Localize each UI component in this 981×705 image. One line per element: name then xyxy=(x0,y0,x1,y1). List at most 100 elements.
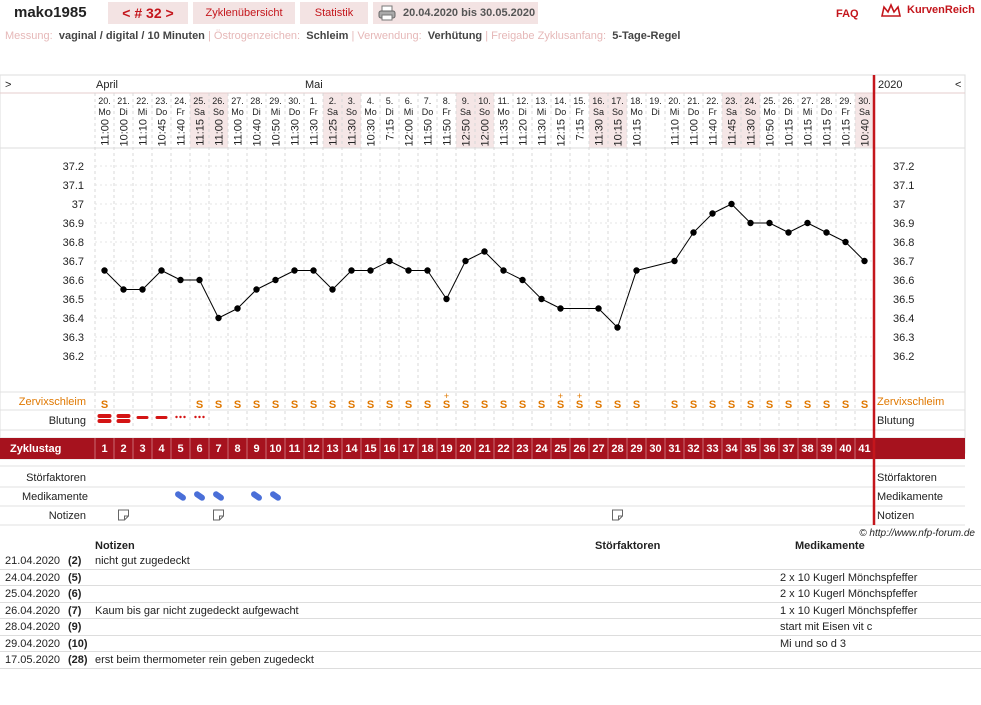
temperature-point[interactable] xyxy=(310,267,317,274)
day-weekday: Mo xyxy=(497,107,510,117)
cycle-day-number: 21 xyxy=(478,443,490,455)
temperature-point[interactable] xyxy=(367,267,374,274)
temperature-point[interactable] xyxy=(728,200,735,208)
bleeding-light xyxy=(179,415,182,419)
note-icon[interactable] xyxy=(213,509,224,521)
temperature-point[interactable] xyxy=(785,229,792,236)
temperature-point[interactable] xyxy=(633,267,640,274)
temperature-point[interactable] xyxy=(234,305,241,312)
temperature-point[interactable] xyxy=(538,295,545,303)
y-tick-left: 37.1 xyxy=(63,180,84,192)
row-label-meds-right: Medikamente xyxy=(877,491,943,503)
temperature-point[interactable] xyxy=(614,324,621,331)
temperature-point[interactable] xyxy=(291,267,298,274)
day-time: 11:45 xyxy=(727,119,739,146)
row-label-meds: Medikamente xyxy=(22,491,88,503)
y-tick-right: 36.3 xyxy=(893,332,914,344)
pill-icon[interactable] xyxy=(193,490,206,502)
temperature-point[interactable] xyxy=(804,219,811,227)
day-time: 11:30 xyxy=(347,119,359,146)
day-time: 11:30 xyxy=(290,119,302,146)
cycle-day-number: 40 xyxy=(839,443,851,455)
temperature-point[interactable] xyxy=(158,267,165,274)
meta-label-release: Freigabe Zyklusanfang: xyxy=(491,30,607,42)
cycle-day-number: 11 xyxy=(289,443,301,455)
cell-day: (28) xyxy=(68,654,88,666)
temperature-point[interactable] xyxy=(519,276,526,284)
temperature-point[interactable] xyxy=(424,267,431,274)
y-tick-right: 36.7 xyxy=(893,256,914,268)
temperature-point[interactable] xyxy=(747,219,754,227)
day-time: 7:15 xyxy=(385,119,397,140)
pill-icon[interactable] xyxy=(174,490,187,502)
cycle-nav[interactable]: < # 32 > xyxy=(108,2,188,24)
temperature-point[interactable] xyxy=(443,295,450,303)
temperature-point[interactable] xyxy=(120,286,127,293)
temperature-point[interactable] xyxy=(405,267,412,274)
day-time: 12:15 xyxy=(556,119,568,147)
day-weekday: Di xyxy=(252,107,261,117)
note-icon[interactable] xyxy=(612,509,623,521)
temperature-point[interactable] xyxy=(823,229,830,236)
nav-right[interactable]: < xyxy=(955,79,961,91)
pill-icon[interactable] xyxy=(250,490,263,502)
mucus-symbol: S xyxy=(443,399,450,411)
cell-date: 29.04.2020 xyxy=(5,637,61,650)
day-time: 7:15 xyxy=(575,119,587,140)
temperature-point[interactable] xyxy=(766,219,773,227)
temperature-point[interactable] xyxy=(386,257,393,265)
temperature-point[interactable] xyxy=(196,276,203,284)
temperature-point[interactable] xyxy=(671,257,678,265)
temperature-point[interactable] xyxy=(462,257,469,265)
temperature-point[interactable] xyxy=(709,210,716,217)
mucus-symbol: S xyxy=(671,399,678,411)
cycle-day-number: 19 xyxy=(440,443,452,455)
day-date: 22. xyxy=(136,96,149,106)
tab-statistics[interactable]: Statistik xyxy=(300,2,368,24)
mucus-symbol: S xyxy=(481,399,488,411)
day-weekday: Sa xyxy=(327,107,338,117)
cycle-chart: > <2020April Mai20.Mo11:0021.Di10:0022.Mi1… xyxy=(0,74,966,526)
note-icon[interactable] xyxy=(118,509,129,521)
temperature-point[interactable] xyxy=(500,267,507,274)
temperature-point[interactable] xyxy=(861,257,868,265)
y-tick-left: 36.7 xyxy=(63,256,84,268)
temperature-point[interactable] xyxy=(690,229,697,236)
tab-overview[interactable]: Zyklenübersicht xyxy=(193,2,295,24)
day-weekday: So xyxy=(213,107,224,117)
printer-icon[interactable] xyxy=(378,5,396,21)
pill-icon[interactable] xyxy=(269,490,282,502)
meta-value-release: 5-Tage-Regel xyxy=(612,30,681,42)
temperature-point[interactable] xyxy=(842,238,849,246)
mucus-symbol: S xyxy=(424,399,431,411)
day-date: 28. xyxy=(820,96,833,106)
day-time: 11:30 xyxy=(746,119,758,146)
pill-icon[interactable] xyxy=(212,490,225,502)
day-date: 22. xyxy=(706,96,719,106)
day-weekday: Sa xyxy=(726,107,737,117)
day-date: 25. xyxy=(193,96,206,106)
day-weekday: Do xyxy=(688,107,700,117)
faq-link[interactable]: FAQ xyxy=(836,8,859,20)
temperature-point[interactable] xyxy=(272,276,279,284)
mucus-symbol: S xyxy=(272,399,279,411)
temperature-point[interactable] xyxy=(253,286,260,293)
day-weekday: Do xyxy=(156,107,168,117)
mucus-symbol: S xyxy=(747,399,754,411)
day-date: 10. xyxy=(478,96,491,106)
temperature-point[interactable] xyxy=(481,248,488,255)
day-weekday: Do xyxy=(555,107,567,117)
temperature-point[interactable] xyxy=(177,276,184,284)
logo-text[interactable]: KurvenReich xyxy=(907,4,975,16)
temperature-point[interactable] xyxy=(595,305,602,312)
temperature-point[interactable] xyxy=(329,286,336,293)
nav-left[interactable]: > xyxy=(5,79,11,91)
temperature-point[interactable] xyxy=(101,267,108,274)
day-weekday: Mo xyxy=(364,107,377,117)
mucus-symbol: S xyxy=(766,399,773,411)
temperature-point[interactable] xyxy=(215,314,222,322)
temperature-point[interactable] xyxy=(557,305,564,312)
mucus-symbol: S xyxy=(234,399,241,411)
temperature-point[interactable] xyxy=(139,286,146,293)
temperature-point[interactable] xyxy=(348,267,355,274)
